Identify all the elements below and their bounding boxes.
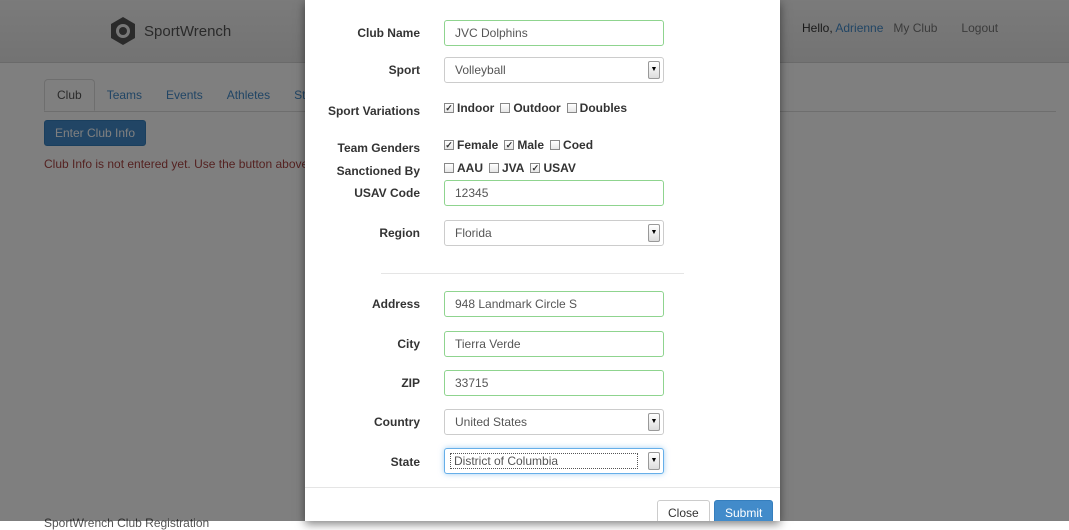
city-label: City [397, 337, 420, 351]
checkbox-icon [566, 103, 577, 113]
chevron-down-icon: ▼ [648, 224, 660, 242]
section-divider [381, 273, 684, 274]
submit-button[interactable]: Submit [714, 500, 774, 521]
coed-label: Coed [563, 138, 594, 152]
sport-value: Volleyball [455, 63, 506, 77]
female-label: Female [457, 138, 499, 152]
checkbox-icon [500, 103, 511, 113]
country-label: Country [374, 415, 420, 429]
chevron-down-icon: ▼ [648, 413, 660, 431]
usav-code-input[interactable]: 12345 [444, 180, 664, 206]
checkbox-icon [444, 163, 454, 173]
state-select[interactable]: District of Columbia ▼ [444, 448, 664, 474]
doubles-label: Doubles [579, 101, 627, 115]
indoor-label: Indoor [457, 101, 495, 115]
usav-checkbox[interactable]: ✓ USAV [530, 161, 576, 175]
aau-checkbox[interactable]: AAU [444, 161, 483, 175]
outdoor-label: Outdoor [513, 101, 561, 115]
checkbox-icon [550, 140, 561, 150]
usav-label: USAV [543, 161, 576, 175]
aau-label: AAU [457, 161, 483, 175]
sanctioned-by-label: Sanctioned By [336, 164, 420, 178]
region-select[interactable]: Florida ▼ [444, 220, 664, 246]
checkbox-icon: ✓ [444, 140, 454, 150]
club-info-modal: Club Name JVC Dolphins Sport Volleyball … [305, 0, 780, 521]
checkbox-icon: ✓ [530, 163, 541, 173]
coed-checkbox[interactable]: Coed [550, 138, 593, 152]
checkbox-icon: ✓ [504, 140, 515, 150]
state-value: District of Columbia [450, 453, 638, 469]
sport-select[interactable]: Volleyball ▼ [444, 57, 664, 83]
usav-code-label: USAV Code [354, 186, 420, 200]
checkbox-icon: ✓ [444, 103, 454, 113]
city-input[interactable]: Tierra Verde [444, 331, 664, 357]
country-value: United States [455, 415, 528, 429]
modal-footer: Close Submit [305, 487, 780, 521]
sport-label: Sport [388, 63, 420, 77]
team-genders-label: Team Genders [337, 141, 420, 155]
address-label: Address [371, 297, 420, 311]
sanctioned-by-group: AAU JVA ✓ USAV [444, 161, 576, 175]
chevron-down-icon: ▼ [648, 61, 660, 79]
club-name-input[interactable]: JVC Dolphins [444, 20, 664, 46]
zip-input[interactable]: 33715 [444, 370, 664, 396]
chevron-down-icon: ▼ [648, 452, 660, 470]
jva-checkbox[interactable]: JVA [489, 161, 524, 175]
female-checkbox[interactable]: ✓ Female [444, 138, 498, 152]
region-value: Florida [455, 226, 492, 240]
region-label: Region [379, 226, 420, 240]
country-select[interactable]: United States ▼ [444, 409, 664, 435]
address-input[interactable]: 948 Landmark Circle S [444, 291, 664, 317]
state-label: State [390, 455, 420, 469]
jva-label: JVA [502, 161, 525, 175]
checkbox-icon [489, 163, 499, 173]
team-genders-group: ✓ Female ✓ Male Coed [444, 138, 593, 152]
close-button[interactable]: Close [657, 500, 710, 521]
indoor-checkbox[interactable]: ✓ Indoor [444, 101, 494, 115]
doubles-checkbox[interactable]: Doubles [566, 101, 627, 115]
male-label: Male [517, 138, 545, 152]
zip-label: ZIP [401, 376, 420, 390]
sport-variations-label: Sport Variations [327, 104, 420, 118]
club-name-label: Club Name [357, 26, 420, 40]
sport-variations-group: ✓ Indoor Outdoor Doubles [444, 101, 627, 115]
male-checkbox[interactable]: ✓ Male [504, 138, 544, 152]
outdoor-checkbox[interactable]: Outdoor [500, 101, 561, 115]
